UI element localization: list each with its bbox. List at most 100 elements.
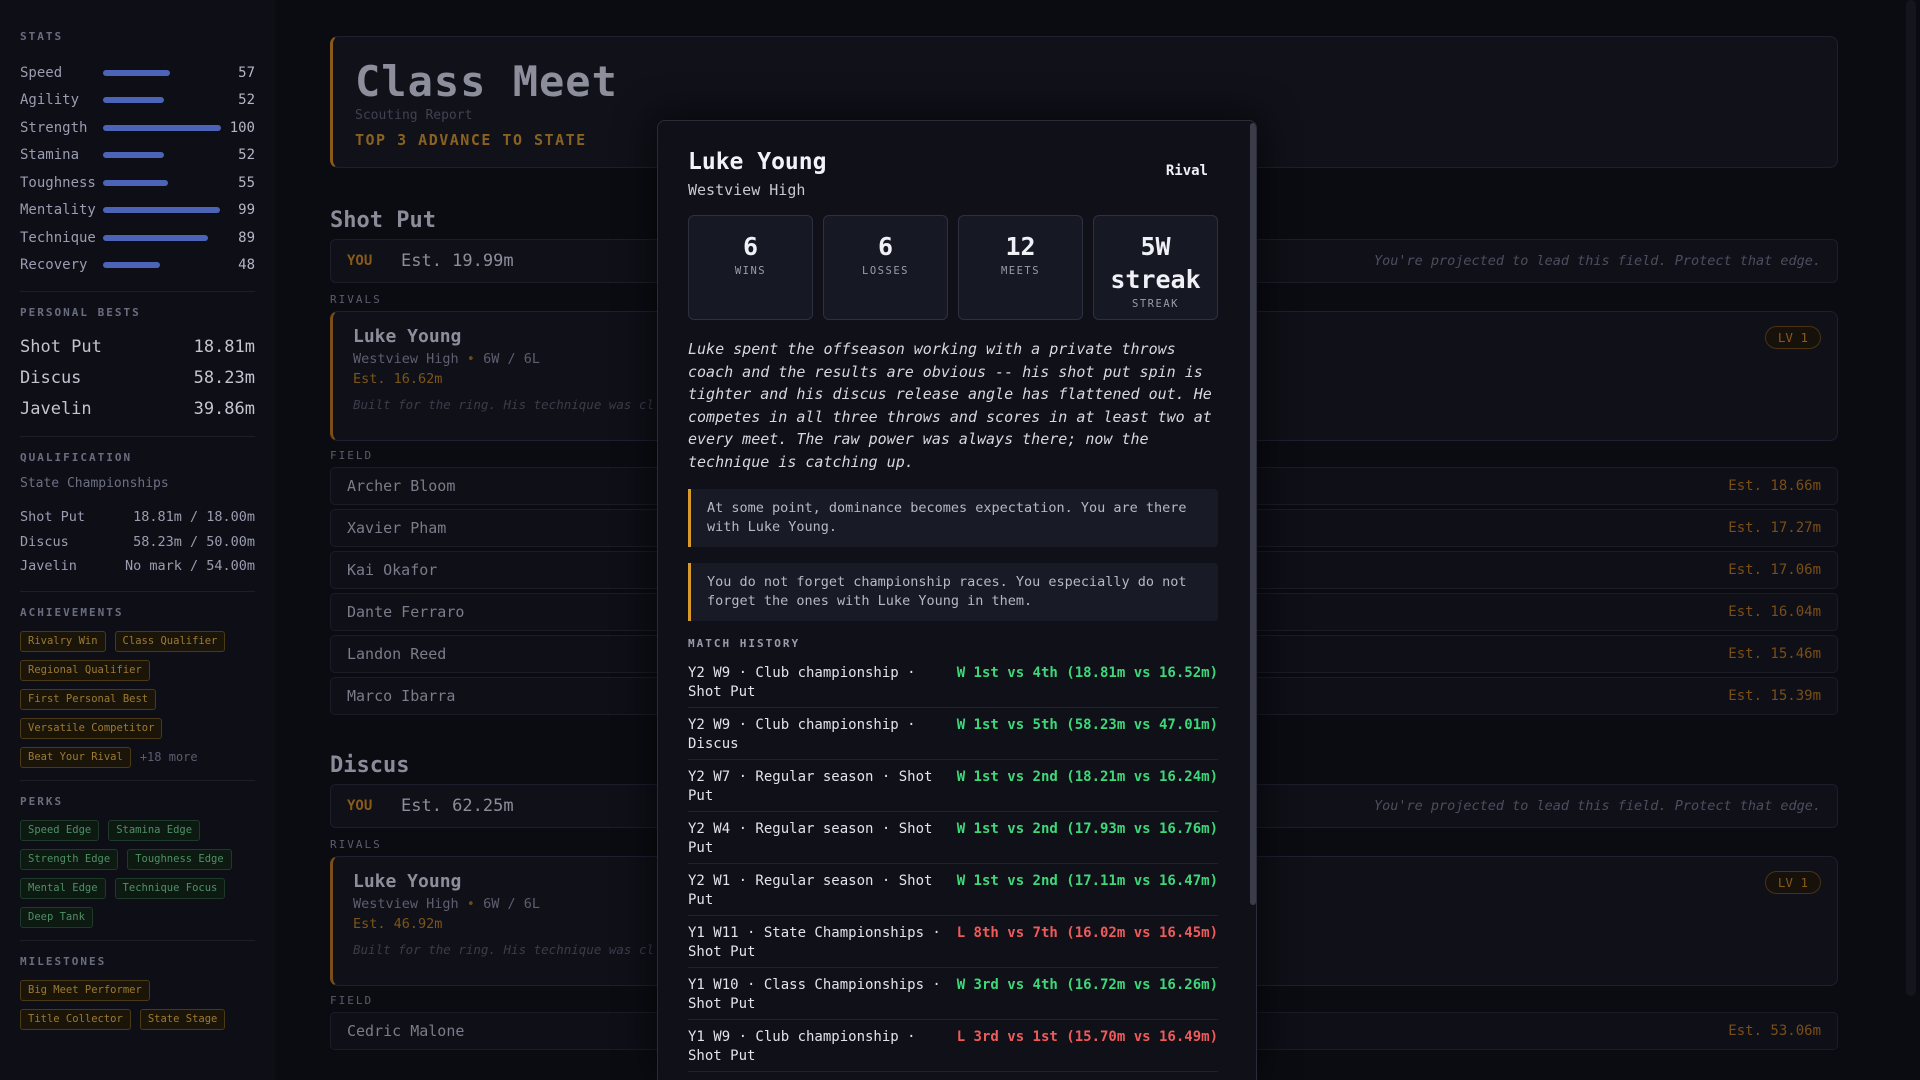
competitor-estimate: Est. 16.04m bbox=[1728, 604, 1821, 620]
stat-row: Agility 52 bbox=[20, 87, 255, 115]
stat-bar-fill bbox=[103, 179, 168, 186]
achievements-chips: Rivalry Win Class Qualifier Regional Quali… bbox=[20, 630, 255, 768]
modal-scrollbar-thumb[interactable] bbox=[1250, 123, 1256, 905]
personal-bests-list: Shot Put 18.81m Discus 58.23m Javelin 39.86m bbox=[20, 331, 255, 424]
rival-profile-modal: Luke Young Westview High Rival 6 WINS 6 LOS… bbox=[657, 120, 1257, 1080]
rival-card-record: 6W / 6L bbox=[483, 896, 540, 912]
achievement-chip: Beat Your Rival bbox=[20, 746, 131, 768]
match-history-row: Y1 W8 · Regular season · DiscusL 2nd vs … bbox=[688, 1072, 1218, 1080]
perks-chips: Speed Edge Stamina Edge Strength Edge Tough… bbox=[20, 819, 255, 928]
separator-dot: • bbox=[458, 896, 484, 912]
match-event: Y2 W7 · Regular season · Shot Put bbox=[688, 769, 933, 804]
stat-row: Speed 57 bbox=[20, 59, 255, 87]
stat-value: 99 bbox=[238, 202, 255, 219]
stat-value: 89 bbox=[238, 229, 255, 246]
stat-value: 57 bbox=[238, 64, 255, 81]
projection-note: You're projected to lead this field. Pro… bbox=[1373, 798, 1821, 814]
personal-best-row: Discus 58.23m bbox=[20, 362, 255, 393]
rival-quotes: At some point, dominance becomes expecta… bbox=[688, 489, 1218, 621]
stat-row: Stamina 52 bbox=[20, 142, 255, 170]
match-history-list[interactable]: Y2 W9 · Club championship · Shot Put W 1s… bbox=[688, 656, 1218, 1080]
separator-dot: • bbox=[458, 351, 484, 367]
match-event: Y2 W1 · Regular season · Shot Put bbox=[688, 873, 933, 908]
stat-row: Toughness 55 bbox=[20, 169, 255, 197]
stat-bar bbox=[103, 152, 221, 159]
competitor-estimate: Est. 17.27m bbox=[1728, 520, 1821, 536]
you-label: YOU bbox=[347, 253, 373, 269]
stat-bar-fill bbox=[103, 207, 220, 214]
match-history-row: Y2 W4 · Regular season · Shot Put W 1st v… bbox=[688, 812, 1218, 864]
stat-name: Stamina bbox=[20, 147, 80, 164]
rival-stat-label: WINS bbox=[734, 265, 767, 277]
match-result: W 1st vs 4th (18.81m vs 16.52m) bbox=[956, 665, 1218, 681]
divider bbox=[20, 590, 255, 592]
match-history-row: Y2 W1 · Regular season · Shot Put W 1st v… bbox=[688, 864, 1218, 916]
stats-list: Speed 57 Agility 52 Strength 100 Stamina 52 Toug… bbox=[20, 59, 255, 279]
stat-row: Recovery 48 bbox=[20, 252, 255, 280]
competitor-name: Dante Ferraro bbox=[347, 603, 465, 621]
qualification-event: Discus bbox=[20, 533, 69, 550]
personal-best-row: Javelin 39.86m bbox=[20, 393, 255, 424]
sidebar: STATS Speed 57 Agility 52 Strength 100 Stamina… bbox=[0, 0, 275, 1080]
match-history-heading: MATCH HISTORY bbox=[688, 637, 801, 650]
modal-scrollbar[interactable] bbox=[1250, 121, 1256, 1080]
stat-name: Mentality bbox=[20, 202, 96, 219]
stat-bar bbox=[103, 69, 221, 76]
competitor-name: Cedric Malone bbox=[347, 1022, 465, 1040]
achievements-more-link[interactable]: +18 more bbox=[140, 750, 198, 764]
match-event: Y1 W11 · State Championships · Shot Put bbox=[688, 925, 941, 960]
stat-value: 48 bbox=[238, 257, 255, 274]
perk-chip: Stamina Edge bbox=[108, 819, 201, 841]
stat-bar bbox=[103, 179, 221, 186]
rival-level-badge: LV 1 bbox=[1764, 326, 1821, 349]
rivalry-quote: At some point, dominance becomes expecta… bbox=[688, 489, 1218, 547]
qualification-mark: 18.81m / 18.00m bbox=[133, 509, 255, 526]
perk-chip: Technique Focus bbox=[114, 877, 226, 899]
match-result: L 3rd vs 1st (15.70m vs 16.49m) bbox=[956, 1029, 1218, 1045]
milestones-heading: MILESTONES bbox=[20, 954, 107, 968]
stats-heading: STATS bbox=[20, 30, 64, 43]
projection-note: You're projected to lead this field. Pro… bbox=[1373, 253, 1821, 269]
rival-stat-value: 12 bbox=[1005, 232, 1036, 261]
pb-mark: 18.81m bbox=[193, 336, 255, 357]
match-result: W 3rd vs 4th (16.72m vs 16.26m) bbox=[956, 977, 1218, 993]
personal-best-row: Shot Put 18.81m bbox=[20, 331, 255, 362]
qualification-heading: QUALIFICATION bbox=[20, 451, 133, 464]
stat-name: Speed bbox=[20, 64, 63, 81]
competitor-name: Xavier Pham bbox=[347, 519, 447, 537]
page-title: Class Meet bbox=[355, 57, 618, 106]
stat-bar-fill bbox=[103, 124, 221, 131]
rivalry-quote: You do not forget championship races. Yo… bbox=[688, 563, 1218, 621]
qualification-row: Javelin No mark / 54.00m bbox=[20, 554, 255, 579]
match-event: Y1 W9 · Club championship · Shot Put bbox=[688, 1029, 916, 1064]
competitor-name: Kai Okafor bbox=[347, 561, 438, 579]
achievement-chip: Regional Qualifier bbox=[20, 659, 150, 681]
pb-event: Shot Put bbox=[20, 336, 102, 357]
your-estimate: Est. 62.25m bbox=[401, 796, 514, 816]
match-result: W 1st vs 2nd (18.21m vs 16.24m) bbox=[956, 769, 1218, 785]
window-scrollbar[interactable] bbox=[1902, 0, 1920, 1080]
match-history-row: Y2 W7 · Regular season · Shot Put W 1st v… bbox=[688, 760, 1218, 812]
qualification-mark: 58.23m / 50.00m bbox=[133, 533, 255, 550]
qualification-list: Shot Put 18.81m / 18.00m Discus 58.23m / 50… bbox=[20, 505, 255, 579]
rival-card-record: 6W / 6L bbox=[483, 351, 540, 367]
pb-event: Discus bbox=[20, 367, 82, 388]
rival-stat-label: LOSSES bbox=[862, 265, 909, 277]
qualification-meet: State Championships bbox=[20, 476, 169, 491]
you-label: YOU bbox=[347, 798, 373, 814]
stat-row: Mentality 99 bbox=[20, 197, 255, 225]
qualification-row: Discus 58.23m / 50.00m bbox=[20, 530, 255, 555]
stat-name: Strength bbox=[20, 119, 88, 136]
perk-chip: Toughness Edge bbox=[127, 848, 232, 870]
match-event: Y2 W9 · Club championship · Shot Put bbox=[688, 665, 916, 700]
pb-mark: 58.23m bbox=[193, 367, 255, 388]
match-history-row: Y2 W9 · Club championship · Discus W 1st … bbox=[688, 708, 1218, 760]
competitor-name: Archer Bloom bbox=[347, 477, 456, 495]
rival-stat-value: 6 bbox=[877, 232, 894, 261]
stat-name: Toughness bbox=[20, 174, 96, 191]
rival-card-school-name: Westview High bbox=[353, 896, 459, 912]
qualification-event: Javelin bbox=[20, 558, 77, 575]
match-result: W 1st vs 5th (58.23m vs 47.01m) bbox=[956, 717, 1218, 733]
window-scrollbar-thumb[interactable] bbox=[1906, 0, 1916, 996]
rival-stat-card: 5W streak STREAK bbox=[1093, 215, 1218, 320]
